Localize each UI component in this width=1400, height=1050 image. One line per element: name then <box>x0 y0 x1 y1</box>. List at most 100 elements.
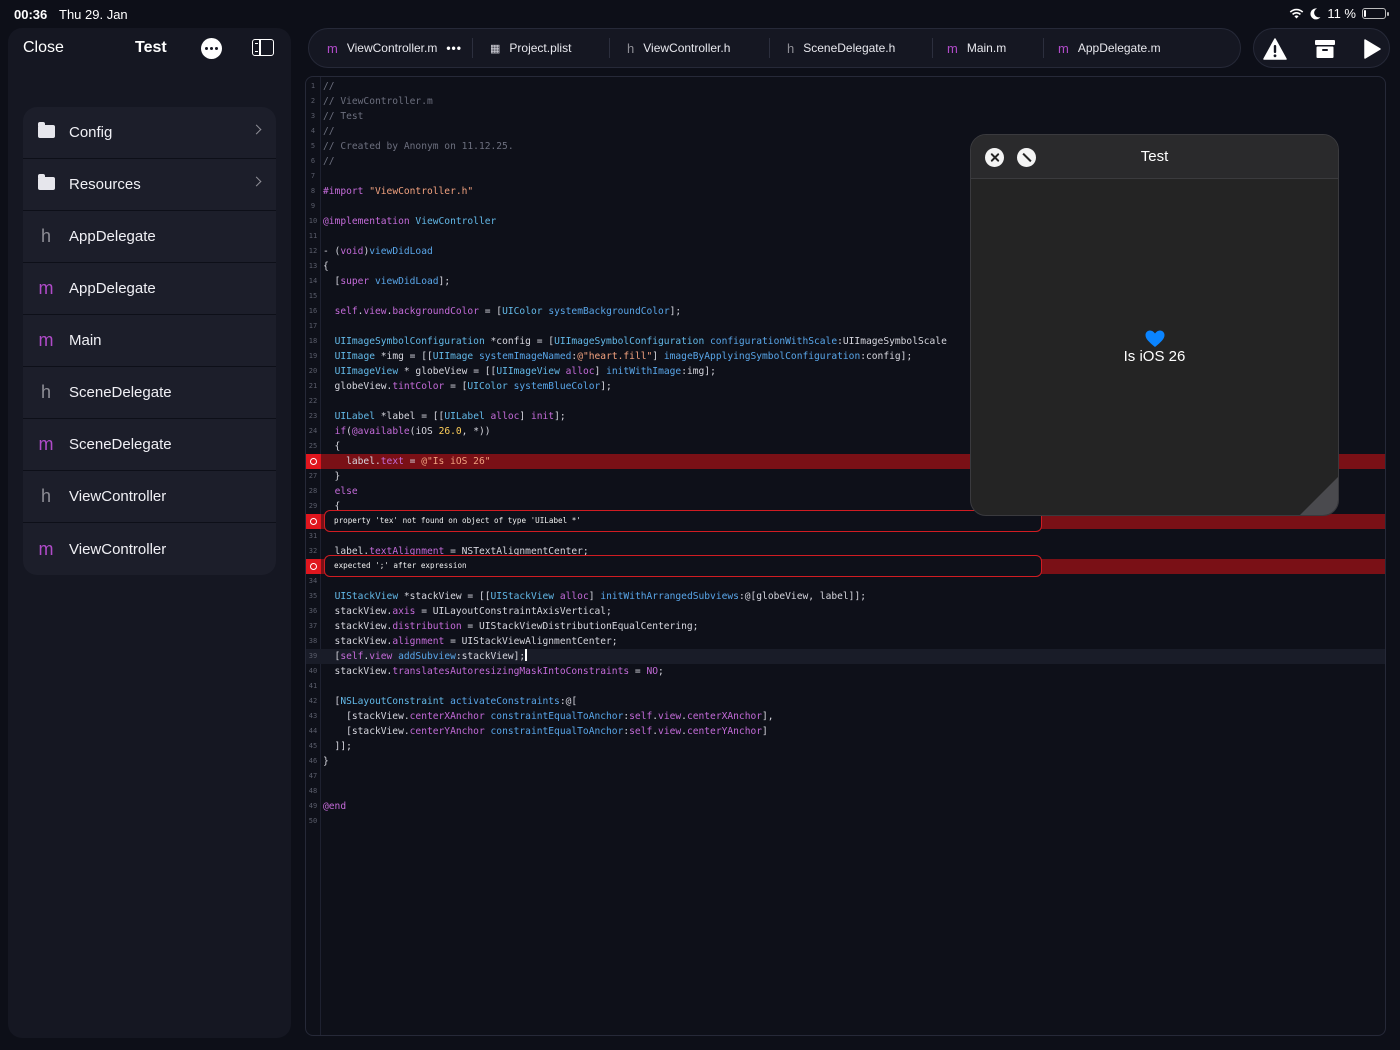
tab-separator <box>932 38 933 58</box>
code-line[interactable]: 50 <box>306 814 1385 829</box>
heart-icon <box>1145 330 1165 347</box>
tab-separator <box>609 38 610 58</box>
code-text: [stackView.centerYAnchor constraintEqual… <box>323 726 768 737</box>
tab-project-plist[interactable]: ▦ Project.plist <box>490 29 571 67</box>
file-item[interactable]: h AppDelegate <box>23 211 276 263</box>
line-number: 42 <box>308 697 318 705</box>
run-icon[interactable] <box>1362 38 1382 60</box>
error-marker-icon[interactable] <box>306 454 321 469</box>
code-text: #import "ViewController.h" <box>323 186 474 197</box>
code-text: [NSLayoutConstraint activateConstraints:… <box>323 696 578 707</box>
code-line[interactable]: 47 <box>306 769 1385 784</box>
line-number: 22 <box>308 397 318 405</box>
tab-appdelegate-m[interactable]: m AppDelegate.m <box>1058 29 1161 67</box>
code-line[interactable]: 43 [stackView.centerXAnchor constraintEq… <box>306 709 1385 724</box>
file-item[interactable]: m Main <box>23 315 276 367</box>
error-marker-icon[interactable] <box>306 514 321 529</box>
implementation-file-icon: m <box>38 538 54 559</box>
file-item[interactable]: h SceneDelegate <box>23 367 276 419</box>
header-file-icon: h <box>40 226 51 246</box>
code-text: [stackView.centerXAnchor constraintEqual… <box>323 711 774 722</box>
warning-icon[interactable] <box>1263 38 1287 60</box>
code-text: } <box>323 756 329 767</box>
line-number: 44 <box>308 727 318 735</box>
line-number: 10 <box>308 217 318 225</box>
more-options-icon[interactable] <box>201 38 222 59</box>
file-item[interactable]: Config <box>23 107 276 159</box>
folder-icon <box>23 174 69 195</box>
preview-header[interactable]: Test <box>971 135 1338 179</box>
code-line[interactable]: 45 ]]; <box>306 739 1385 754</box>
code-text: globeView.tintColor = [UIColor systemBlu… <box>323 381 612 392</box>
toggle-sidebar-icon[interactable] <box>252 39 274 56</box>
file-item[interactable]: Resources <box>23 159 276 211</box>
code-line[interactable]: 40 stackView.translatesAutoresizingMaskI… <box>306 664 1385 679</box>
line-number: 1 <box>310 82 316 90</box>
action-bar <box>1253 28 1390 68</box>
line-number: 12 <box>308 247 318 255</box>
header-file-icon: h <box>40 382 51 402</box>
tab-viewcontroller-h[interactable]: h ViewController.h <box>627 29 730 67</box>
line-number: 41 <box>308 682 318 690</box>
code-line[interactable]: 37 stackView.distribution = UIStackViewD… <box>306 619 1385 634</box>
tab-main-m[interactable]: m Main.m <box>947 29 1006 67</box>
code-text: { <box>323 441 341 452</box>
line-number: 3 <box>310 112 316 120</box>
line-number: 28 <box>308 487 318 495</box>
error-message[interactable]: property 'tex' not found on object of ty… <box>324 510 1042 532</box>
archive-icon[interactable] <box>1314 38 1336 60</box>
line-number: 46 <box>308 757 318 765</box>
file-item-label: ViewController <box>69 488 167 505</box>
file-item[interactable]: m AppDelegate <box>23 263 276 315</box>
line-number: 6 <box>310 157 316 165</box>
error-marker-icon[interactable] <box>306 559 321 574</box>
code-line[interactable]: 3 // Test <box>306 109 1385 124</box>
resize-handle[interactable] <box>1300 477 1338 515</box>
status-bar: 00:36 Thu 29. Jan 11 % <box>0 0 1400 28</box>
text-cursor <box>525 649 527 661</box>
tab-label: SceneDelegate.h <box>803 41 896 55</box>
line-number: 48 <box>308 787 318 795</box>
code-line[interactable]: 41 <box>306 679 1385 694</box>
implementation-file-icon: m <box>38 434 54 454</box>
tab-more-icon[interactable]: ••• <box>446 41 462 55</box>
file-item-label: Resources <box>69 176 141 193</box>
code-text: UILabel *label = [[UILabel alloc] init]; <box>334 411 566 422</box>
line-number: 9 <box>310 202 316 210</box>
code-line[interactable]: 36 stackView.axis = UILayoutConstraintAx… <box>306 604 1385 619</box>
wifi-icon <box>1290 8 1304 19</box>
tab-viewcontroller-m[interactable]: m ViewController.m ••• <box>327 29 462 67</box>
code-line[interactable]: 44 [stackView.centerYAnchor constraintEq… <box>306 724 1385 739</box>
code-line[interactable]: 42 [NSLayoutConstraint activateConstrain… <box>306 694 1385 709</box>
code-text: // Test <box>323 111 364 122</box>
code-line[interactable]: 48 <box>306 784 1385 799</box>
file-item-label: AppDelegate <box>69 228 156 245</box>
tab-scenedelegate-h[interactable]: h SceneDelegate.h <box>787 29 895 67</box>
tab-separator <box>769 38 770 58</box>
file-item[interactable]: h ViewController <box>23 471 276 523</box>
code-line[interactable]: 1 // <box>306 79 1385 94</box>
close-button[interactable]: Close <box>23 39 64 57</box>
code-line[interactable]: 35 UIStackView *stackView = [[UIStackVie… <box>306 589 1385 604</box>
status-indicators: 11 % <box>1289 6 1389 21</box>
file-item[interactable]: m SceneDelegate <box>23 419 276 471</box>
error-message[interactable]: expected ';' after expression <box>324 555 1042 577</box>
code-text: stackView.alignment = UIStackViewAlignme… <box>323 636 618 647</box>
code-text: stackView.axis = UILayoutConstraintAxisV… <box>323 606 612 617</box>
line-number: 11 <box>308 232 318 240</box>
line-number: 8 <box>310 187 316 195</box>
code-line[interactable]: 49 @end <box>306 799 1385 814</box>
preview-window[interactable]: Test Is iOS 26 <box>970 134 1339 516</box>
chevron-right-icon <box>251 176 262 187</box>
code-text: label.text = @"Is iOS 26" <box>323 456 491 467</box>
code-text: // <box>323 126 335 137</box>
line-number: 47 <box>308 772 318 780</box>
code-line[interactable]: 39 [self.view addSubview:stackView]; <box>306 649 1385 664</box>
implementation-file-icon: m <box>38 330 54 350</box>
code-line[interactable]: 2 // ViewController.m <box>306 94 1385 109</box>
code-line[interactable]: 38 stackView.alignment = UIStackViewAlig… <box>306 634 1385 649</box>
line-number: 17 <box>308 322 318 330</box>
file-item-label: Main <box>69 332 102 349</box>
file-item[interactable]: m ViewController <box>23 523 276 575</box>
code-line[interactable]: 46} <box>306 754 1385 769</box>
